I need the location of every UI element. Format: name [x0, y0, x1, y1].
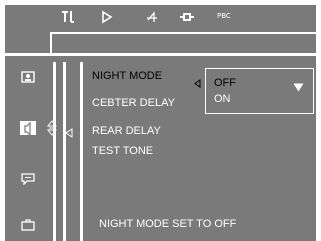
pbc-label[interactable]: PBC	[217, 12, 231, 20]
column-divider	[63, 62, 66, 241]
toolbar-divider-vertical	[50, 32, 52, 53]
audio-settings-icon[interactable]	[61, 10, 75, 27]
toolbar-divider	[50, 32, 316, 34]
menu-item-rear-delay[interactable]: REAR DELAY	[92, 125, 161, 137]
left-arrow-icon	[64, 123, 74, 142]
speaker-setup-icon[interactable]	[145, 10, 159, 27]
menu-item-test-tone[interactable]: TEST TONE	[92, 145, 153, 157]
subtitle-icon[interactable]	[21, 170, 35, 186]
column-divider	[53, 62, 56, 241]
general-setup-icon[interactable]	[21, 68, 35, 83]
dolby-icon[interactable]	[180, 10, 194, 27]
up-down-arrows-icon[interactable]	[46, 120, 58, 140]
status-message: NIGHT MODE SET TO OFF	[99, 218, 237, 230]
speaker-icon[interactable]	[20, 121, 36, 137]
night-mode-dropdown[interactable]: OFF ON	[205, 68, 314, 114]
selection-pointer-icon	[193, 73, 202, 92]
menu-item-center-delay[interactable]: CEBTER DELAY	[92, 97, 175, 109]
dropdown-option-on[interactable]: ON	[214, 93, 231, 105]
preferences-icon[interactable]	[21, 216, 35, 231]
column-divider	[80, 62, 83, 241]
play-icon[interactable]	[101, 10, 113, 27]
chevron-down-icon[interactable]	[293, 77, 304, 96]
dropdown-option-off[interactable]: OFF	[214, 77, 236, 89]
menu-item-night-mode[interactable]: NIGHT MODE	[92, 70, 162, 82]
